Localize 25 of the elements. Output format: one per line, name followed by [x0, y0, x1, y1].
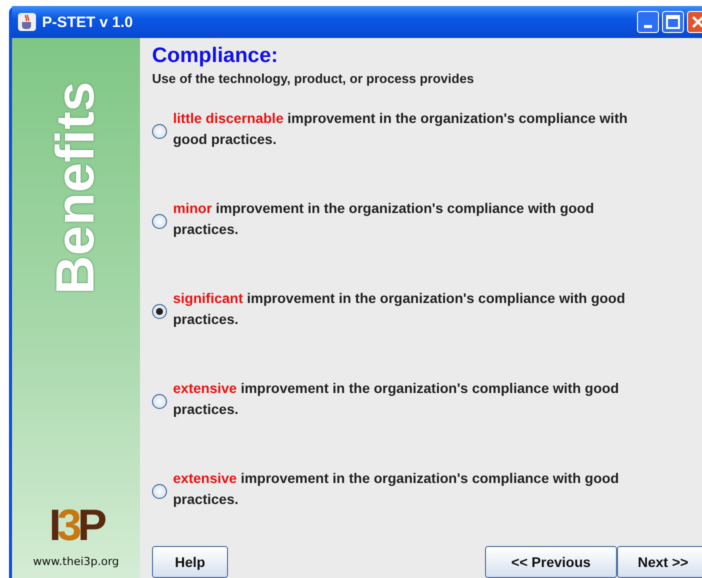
option-label[interactable]: extensive improvement in the organization's compliance with good practices.: [173, 378, 663, 420]
radio-button[interactable]: [152, 484, 167, 498]
logo: I3P: [48, 501, 104, 551]
question-prompt: Use of the technology, product, or process provides: [152, 71, 475, 86]
radio-button[interactable]: [152, 394, 167, 408]
maximize-icon: [666, 15, 680, 29]
previous-button[interactable]: << Previous: [485, 546, 617, 578]
radio-button[interactable]: [152, 214, 167, 228]
coffee-cup-icon: [18, 13, 36, 31]
website-url: www.thei3p.org: [32, 555, 120, 568]
question-heading: Compliance:: [152, 44, 280, 68]
radio-button[interactable]: [152, 304, 167, 318]
sidebar-title: Benefits: [45, 81, 107, 295]
option-label[interactable]: little discernable improvement in the organization's compliance with good practices.: [173, 108, 663, 150]
window-title: P-STET v 1.0: [42, 14, 133, 30]
minimize-icon: [644, 24, 652, 28]
close-icon: [691, 15, 702, 29]
next-button[interactable]: Next >>: [617, 546, 702, 578]
option-label[interactable]: minor improvement in the organization's compliance with good practices.: [173, 198, 663, 240]
maximize-button[interactable]: [662, 11, 684, 33]
option-label[interactable]: extensive improvement in the organization's compliance with good practices.: [173, 468, 663, 510]
option-label[interactable]: significant improvement in the organization's compliance with good practices.: [173, 288, 663, 330]
help-button[interactable]: Help: [152, 546, 228, 578]
radio-button[interactable]: [152, 124, 167, 138]
minimize-button[interactable]: [637, 11, 659, 33]
